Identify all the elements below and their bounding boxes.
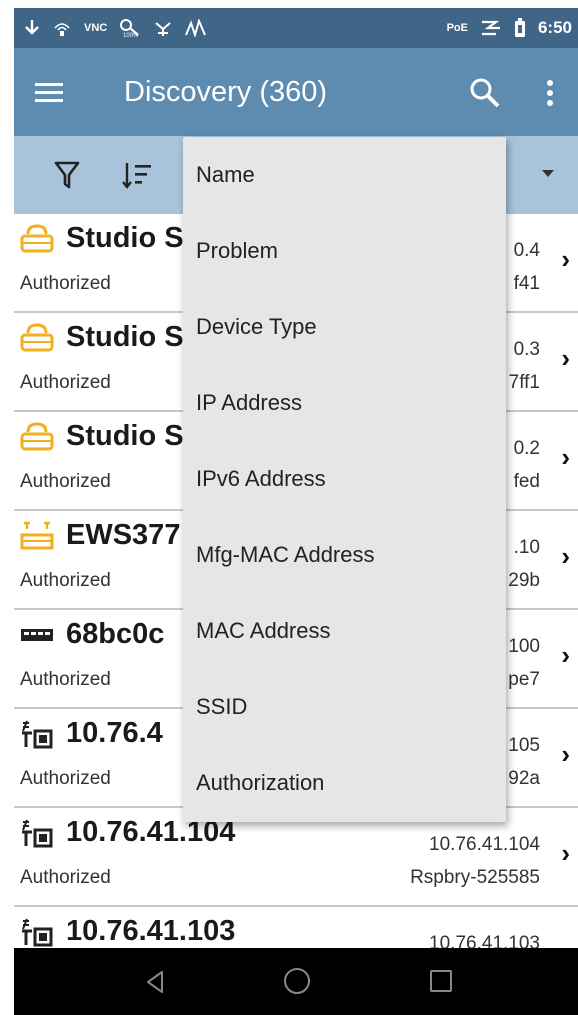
device-status: Authorized <box>20 669 111 690</box>
menu-item-authorization[interactable]: Authorization <box>183 753 506 813</box>
printer-icon <box>20 422 54 451</box>
status-bar: VNC 100% PoE 6:50 <box>14 8 578 48</box>
ethernet-icon <box>481 20 500 36</box>
hamburger-menu-button[interactable] <box>14 48 84 136</box>
menu-item-mfg-mac-address[interactable]: Mfg-MAC Address <box>183 525 506 585</box>
home-icon[interactable] <box>284 968 310 994</box>
device-status: Authorized <box>20 768 111 789</box>
device-ip: 100 <box>508 636 540 657</box>
access-point-icon <box>20 521 54 550</box>
chevron-right-icon: › <box>561 442 570 472</box>
device-status: Authorized <box>20 570 111 591</box>
status-left-icons: VNC 100% <box>24 18 207 38</box>
page-title: Discovery (360) <box>124 75 328 108</box>
menu-item-name[interactable]: Name <box>183 145 506 205</box>
menu-item-problem[interactable]: Problem <box>183 221 506 281</box>
chevron-right-icon: › <box>561 640 570 670</box>
device-mac: f41 <box>513 273 540 294</box>
device-name: 68bc0c <box>66 618 165 650</box>
svg-text:100%: 100% <box>123 33 139 38</box>
menu-item-ssid[interactable]: SSID <box>183 677 506 737</box>
chevron-down-icon[interactable] <box>542 170 554 177</box>
recent-apps-icon[interactable] <box>430 970 452 992</box>
device-status: Authorized <box>20 273 111 294</box>
menu-item-mac-address[interactable]: MAC Address <box>183 601 506 661</box>
device-ip: .10 <box>513 537 540 558</box>
overflow-menu-icon[interactable] <box>540 76 560 110</box>
device-name: Studio S <box>66 420 184 452</box>
host-icon <box>22 819 53 848</box>
chevron-right-icon: › <box>561 343 570 373</box>
device-mac: 29b <box>508 570 540 591</box>
vnc-label: VNC <box>84 22 108 34</box>
device-ip: 0.4 <box>513 240 540 261</box>
device-name: 10.76.41.103 <box>66 915 236 947</box>
device-ip: 10.76.41.103 <box>429 933 540 948</box>
menu-item-ip-address[interactable]: IP Address <box>183 373 506 433</box>
app-bar: Discovery (360) <box>14 48 578 136</box>
device-status: Authorized <box>20 867 111 888</box>
back-icon[interactable] <box>144 970 166 994</box>
device-ip: 105 <box>508 735 540 756</box>
device-mac: 92a <box>508 768 540 789</box>
download-icon <box>25 20 39 35</box>
host-icon <box>22 918 53 947</box>
device-name: Studio S <box>66 222 184 254</box>
printer-icon <box>20 323 54 352</box>
device-ip: 0.2 <box>513 438 540 459</box>
network-key-icon: 100% <box>120 19 139 38</box>
device-mac: Rspbry-525585 <box>410 867 540 888</box>
menu-item-device-type[interactable]: Device Type <box>183 297 506 357</box>
device-ip: 10.76.41.104 <box>429 834 540 855</box>
clock: 6:50 <box>537 18 572 37</box>
switch-icon <box>21 629 53 641</box>
device-ip: 0.3 <box>513 339 540 360</box>
device-name: EWS377 <box>66 519 181 551</box>
signal-icon <box>54 23 70 36</box>
hamburger-icon <box>35 83 63 102</box>
device-name: Studio S <box>66 321 184 353</box>
list-item[interactable]: 10.76.41.104 Authorized 10.76.41.104 Rsp… <box>14 808 578 907</box>
device-screen: VNC 100% PoE 6:50 Discovery (360) Studio… <box>0 0 578 1015</box>
system-nav-bar <box>14 948 578 1015</box>
search-icon[interactable] <box>468 76 502 110</box>
device-mac: pe7 <box>508 669 540 690</box>
device-name: 10.76.4 <box>66 717 163 749</box>
chevron-right-icon: › <box>561 838 570 868</box>
usb-icon <box>155 22 171 36</box>
chevron-right-icon: › <box>561 739 570 769</box>
device-status: Authorized <box>20 471 111 492</box>
sort-icon[interactable] <box>122 160 152 190</box>
chevron-right-icon: › <box>561 541 570 571</box>
device-mac: 7ff1 <box>508 372 540 393</box>
poe-label: PoE <box>446 22 468 34</box>
device-status: Authorized <box>20 372 111 393</box>
list-item[interactable]: 10.76.41.103 10.76.41.103 <box>14 907 578 948</box>
printer-icon <box>20 224 54 253</box>
device-mac: fed <box>513 471 540 492</box>
status-right-icons: PoE 6:50 <box>447 18 572 38</box>
activity-icon <box>185 19 207 37</box>
chevron-right-icon: › <box>561 244 570 274</box>
menu-item-ipv6-address[interactable]: IPv6 Address <box>183 449 506 509</box>
battery-icon <box>514 18 525 37</box>
filter-icon[interactable] <box>54 160 80 190</box>
sort-by-menu: Name Problem Device Type IP Address IPv6… <box>183 137 506 822</box>
host-icon <box>22 720 53 749</box>
